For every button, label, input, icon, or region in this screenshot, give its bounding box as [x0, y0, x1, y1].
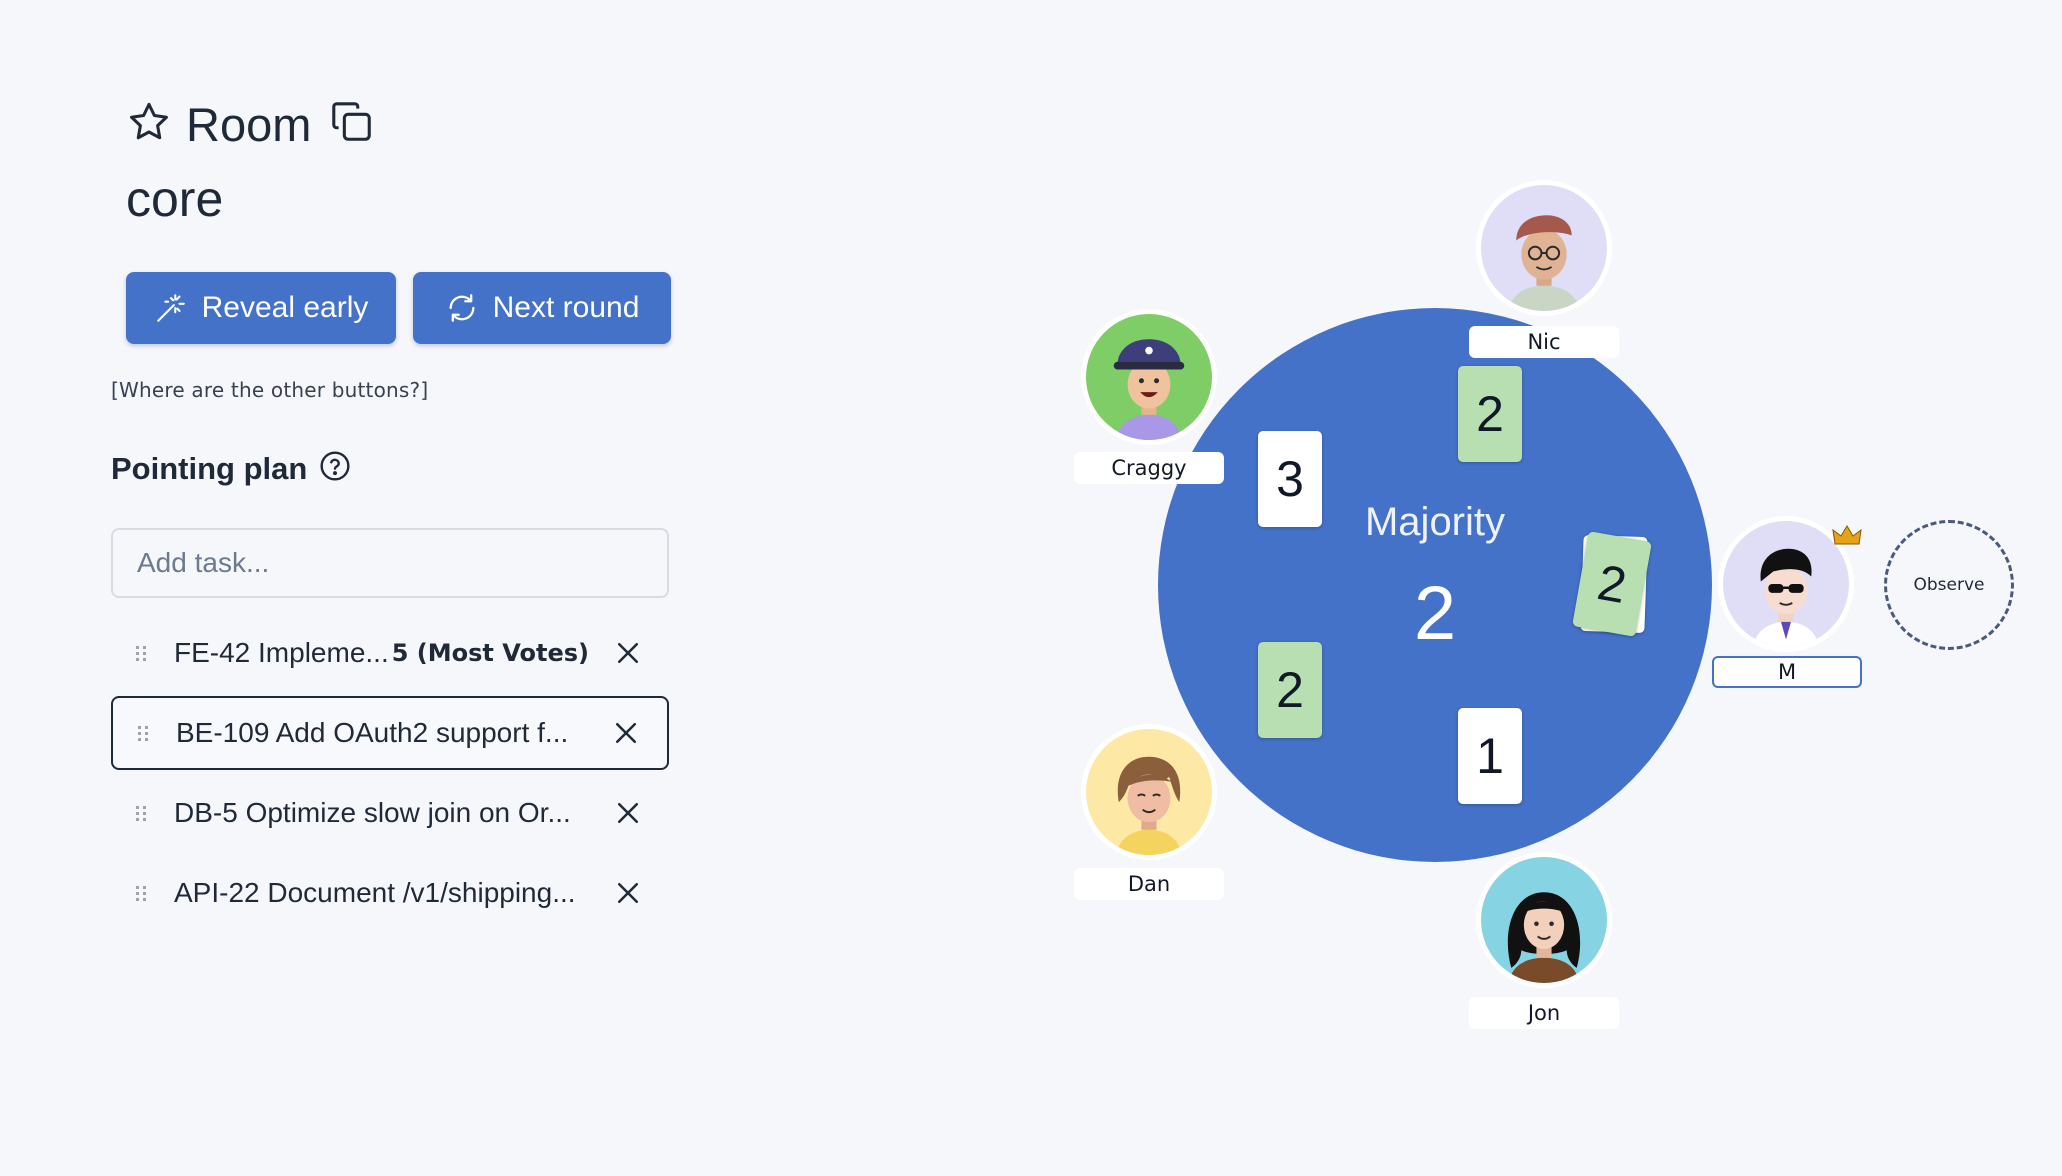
next-round-button[interactable]: Next round	[413, 272, 671, 344]
favorite-star-icon[interactable]	[126, 99, 172, 150]
player-name-m: M	[1712, 656, 1862, 688]
player-name-dan: Dan	[1074, 868, 1224, 900]
magic-wand-icon	[156, 294, 185, 322]
vote-card-dan: 2	[1258, 642, 1322, 738]
task-item[interactable]: DB-5 Optimize slow join on Or...	[111, 776, 669, 850]
drag-handle-icon[interactable]	[138, 725, 154, 741]
avatar-dan[interactable]	[1081, 724, 1217, 860]
next-round-label: Next round	[492, 291, 640, 324]
room-name: core	[126, 171, 224, 227]
reveal-early-button[interactable]: Reveal early	[126, 272, 396, 344]
task-name: FE-42 Impleme...	[174, 637, 389, 668]
observe-label: Observe	[1913, 575, 1985, 595]
vote-card-jon: 1	[1458, 708, 1522, 804]
reveal-early-label: Reveal early	[201, 291, 369, 324]
task-name: BE-109 Add OAuth2 support f...	[176, 717, 569, 748]
player-name-jon: Jon	[1469, 997, 1619, 1029]
copy-link-icon[interactable]	[329, 99, 375, 150]
pointing-plan-title: Pointing plan	[111, 450, 308, 486]
observe-button[interactable]: Observe	[1884, 520, 2014, 650]
task-item-selected[interactable]: BE-109 Add OAuth2 support f...	[111, 696, 669, 770]
player-name-nic: Nic	[1469, 326, 1619, 358]
drag-handle-icon[interactable]	[136, 805, 152, 821]
buttons-hint-text[interactable]: [Where are the other buttons?]	[111, 378, 428, 402]
host-crown-icon	[1832, 525, 1862, 545]
player-name-craggy: Craggy	[1074, 452, 1224, 484]
avatar-nic[interactable]	[1476, 180, 1612, 316]
task-item[interactable]: FE-42 Impleme... 5 (Most Votes)	[111, 616, 669, 690]
pointing-plan-header: Pointing plan	[111, 450, 351, 487]
remove-task-icon[interactable]	[613, 878, 643, 908]
help-circle-icon[interactable]	[319, 450, 351, 487]
task-name: DB-5 Optimize slow join on Or...	[174, 797, 571, 828]
room-label: Room	[186, 97, 312, 151]
task-name: API-22 Document /v1/shipping...	[174, 877, 576, 908]
vote-card-craggy: 3	[1258, 431, 1322, 527]
avatar-jon[interactable]	[1476, 852, 1612, 988]
vote-card-nic: 2	[1458, 366, 1522, 462]
add-task-input[interactable]	[111, 528, 669, 598]
task-votes-badge: 5 (Most Votes)	[391, 639, 589, 667]
task-item[interactable]: API-22 Document /v1/shipping...	[111, 856, 669, 930]
refresh-icon	[449, 294, 475, 322]
avatar-craggy[interactable]	[1081, 309, 1217, 445]
remove-task-icon[interactable]	[611, 718, 641, 748]
remove-task-icon[interactable]	[613, 798, 643, 828]
remove-task-icon[interactable]	[613, 638, 643, 668]
drag-handle-icon[interactable]	[136, 885, 152, 901]
drag-handle-icon[interactable]	[136, 645, 152, 661]
room-title-row: Room	[126, 96, 375, 152]
